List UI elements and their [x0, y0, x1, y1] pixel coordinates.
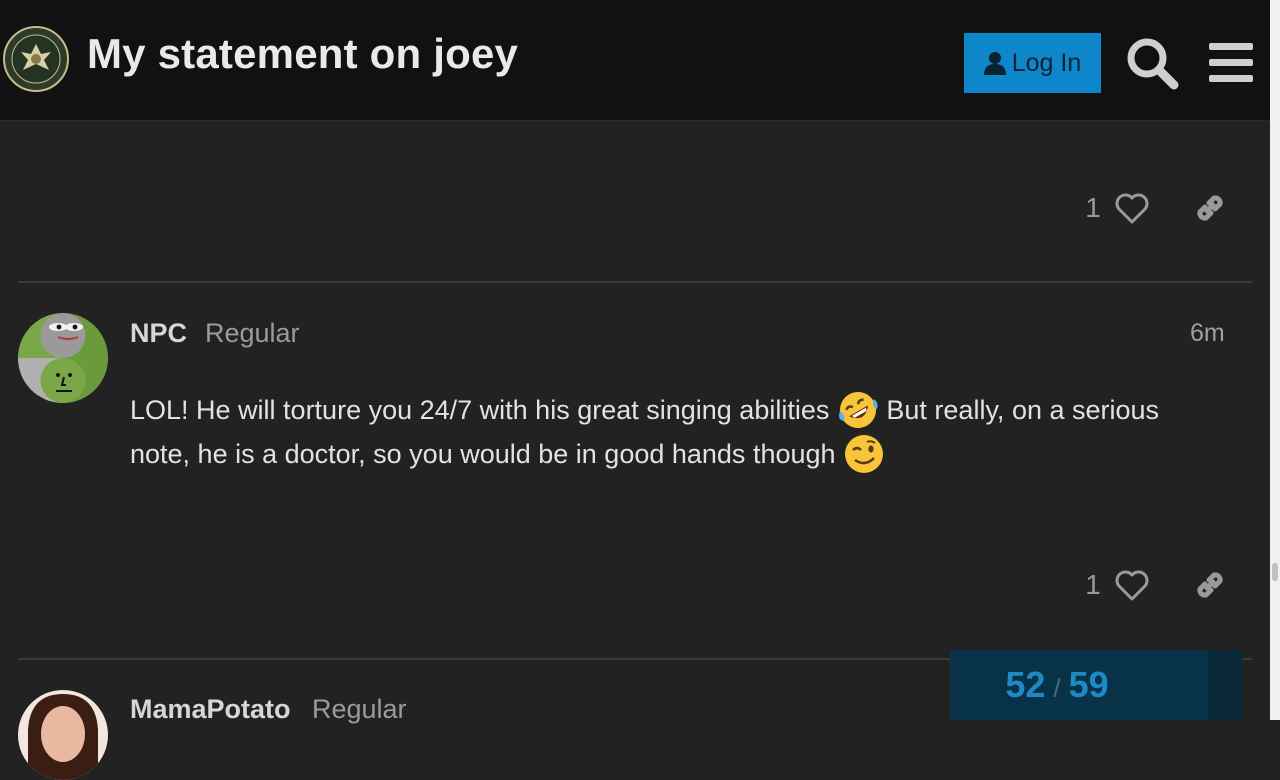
like-count: 1 [1085, 569, 1101, 600]
like-count: 1 [1085, 192, 1101, 223]
username[interactable]: NPC [130, 318, 187, 349]
progress-total: 59 [1068, 664, 1109, 705]
scrollbar[interactable] [1270, 0, 1280, 720]
npc-avatar-image [18, 313, 108, 403]
mamapotato-avatar-image [18, 690, 108, 780]
progress-counter: 52/59 [911, 664, 1203, 706]
page-title: My statement on joey [87, 30, 519, 77]
topic-progress[interactable]: 52/59 [950, 650, 1243, 720]
post-time[interactable]: 6m [1190, 319, 1225, 348]
post-body: LOL! He will torture you 24/7 with his g… [130, 388, 1220, 476]
user-title: Regular [205, 318, 300, 348]
login-button[interactable]: Log In [964, 33, 1101, 93]
post-actions: 1 [1078, 567, 1228, 603]
post-divider [18, 281, 1252, 283]
login-label: Log In [1011, 48, 1082, 77]
user-title: Regular [312, 694, 407, 724]
link-icon[interactable] [1192, 190, 1228, 226]
site-header: My statement on joey Log In [0, 0, 1270, 121]
post-actions: 1 [1078, 190, 1228, 226]
winking-face-emoji [845, 435, 884, 473]
scrollbar-thumb[interactable] [1272, 563, 1278, 581]
link-icon[interactable] [1192, 567, 1228, 603]
avatar[interactable] [18, 313, 108, 403]
rolling-on-floor-laughing-emoji [838, 392, 878, 428]
progress-current: 52 [1005, 664, 1046, 705]
progress-separator: / [1053, 673, 1061, 703]
user-icon [983, 52, 1006, 75]
post-text: LOL! He will torture you 24/7 with his g… [130, 395, 830, 425]
avatar[interactable] [18, 690, 108, 780]
heart-icon[interactable] [1114, 190, 1150, 226]
site-logo[interactable] [3, 26, 69, 92]
username[interactable]: MamaPotato [130, 694, 291, 725]
search-icon[interactable] [1125, 36, 1179, 90]
hamburger-menu-icon[interactable] [1205, 36, 1259, 90]
heart-icon[interactable] [1114, 567, 1150, 603]
